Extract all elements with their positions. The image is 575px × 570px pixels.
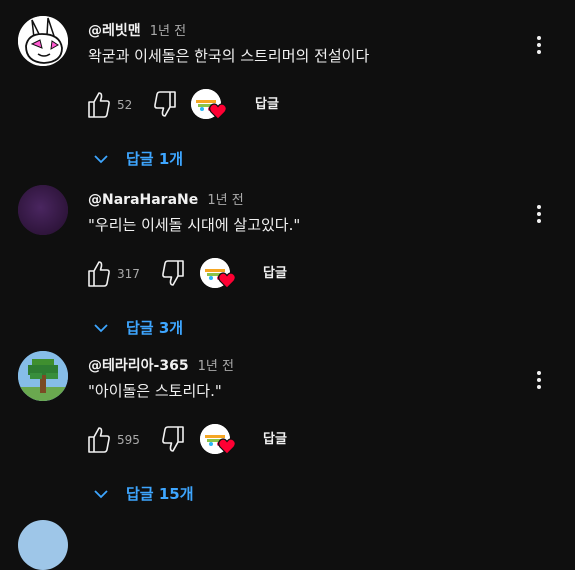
dislike-button[interactable] <box>152 87 178 123</box>
like-count: 52 <box>117 98 133 112</box>
more-vert-icon[interactable] <box>526 367 552 393</box>
avatar[interactable] <box>18 16 68 66</box>
comment-thread: @레빗맨 1년 전 왁굳과 이세돌은 한국의 스트리머의 전설이다 52 답글 … <box>0 16 575 188</box>
chevron-down-icon <box>94 324 108 333</box>
thumb-up-icon <box>88 261 110 287</box>
like-button[interactable] <box>86 422 112 458</box>
author-name[interactable]: @테라리아-365 <box>88 358 189 374</box>
like-button[interactable] <box>86 256 112 292</box>
more-vert-icon[interactable] <box>526 201 552 227</box>
reply-button[interactable]: 답글 <box>255 94 279 116</box>
dislike-button[interactable] <box>160 256 186 292</box>
replies-label: 답글 1개 <box>126 150 184 168</box>
timestamp[interactable]: 1년 전 <box>150 24 186 39</box>
heart-icon <box>218 438 236 455</box>
author-name[interactable]: @레빗맨 <box>88 23 141 39</box>
thumb-down-icon <box>154 91 176 117</box>
comment-text: "우리는 이세돌 시대에 살고있다." <box>88 216 301 234</box>
author-name[interactable]: @NaraHaraNe <box>88 192 198 208</box>
timestamp[interactable]: 1년 전 <box>207 193 243 208</box>
thumb-down-icon <box>162 260 184 286</box>
thumb-up-icon <box>88 92 110 118</box>
comment-thread: @테라리아-365 1년 전 "아이돌은 스토리다." 595 답글 답글 15… <box>0 351 575 523</box>
reply-button[interactable]: 답글 <box>263 263 287 285</box>
creator-heart <box>191 87 229 123</box>
creator-heart <box>200 256 238 292</box>
thumb-down-icon <box>162 426 184 452</box>
comment-text: "아이돌은 스토리다." <box>88 382 222 400</box>
timestamp[interactable]: 1년 전 <box>198 359 234 374</box>
replies-label: 답글 3개 <box>126 319 184 337</box>
replies-label: 답글 15개 <box>126 485 194 503</box>
thumb-up-icon <box>88 427 110 453</box>
author-line: @NaraHaraNe 1년 전 <box>88 188 244 210</box>
heart-icon <box>218 272 236 289</box>
like-count: 595 <box>117 433 140 447</box>
avatar[interactable] <box>18 185 68 235</box>
reply-button[interactable]: 답글 <box>263 429 287 451</box>
like-button[interactable] <box>86 87 112 123</box>
like-count: 317 <box>117 267 140 281</box>
more-vert-icon[interactable] <box>526 32 552 58</box>
chevron-down-icon <box>94 490 108 499</box>
author-line: @테라리아-365 1년 전 <box>88 354 234 376</box>
avatar[interactable] <box>18 351 68 401</box>
dislike-button[interactable] <box>160 422 186 458</box>
author-line: @레빗맨 1년 전 <box>88 19 186 41</box>
comment-text: 왁굳과 이세돌은 한국의 스트리머의 전설이다 <box>88 47 370 65</box>
comment-thread: @NaraHaraNe 1년 전 "우리는 이세돌 시대에 살고있다." 317 <box>0 185 575 357</box>
avatar[interactable] <box>18 520 68 570</box>
creator-heart <box>200 422 238 458</box>
heart-icon <box>209 103 227 120</box>
chevron-down-icon <box>94 155 108 164</box>
